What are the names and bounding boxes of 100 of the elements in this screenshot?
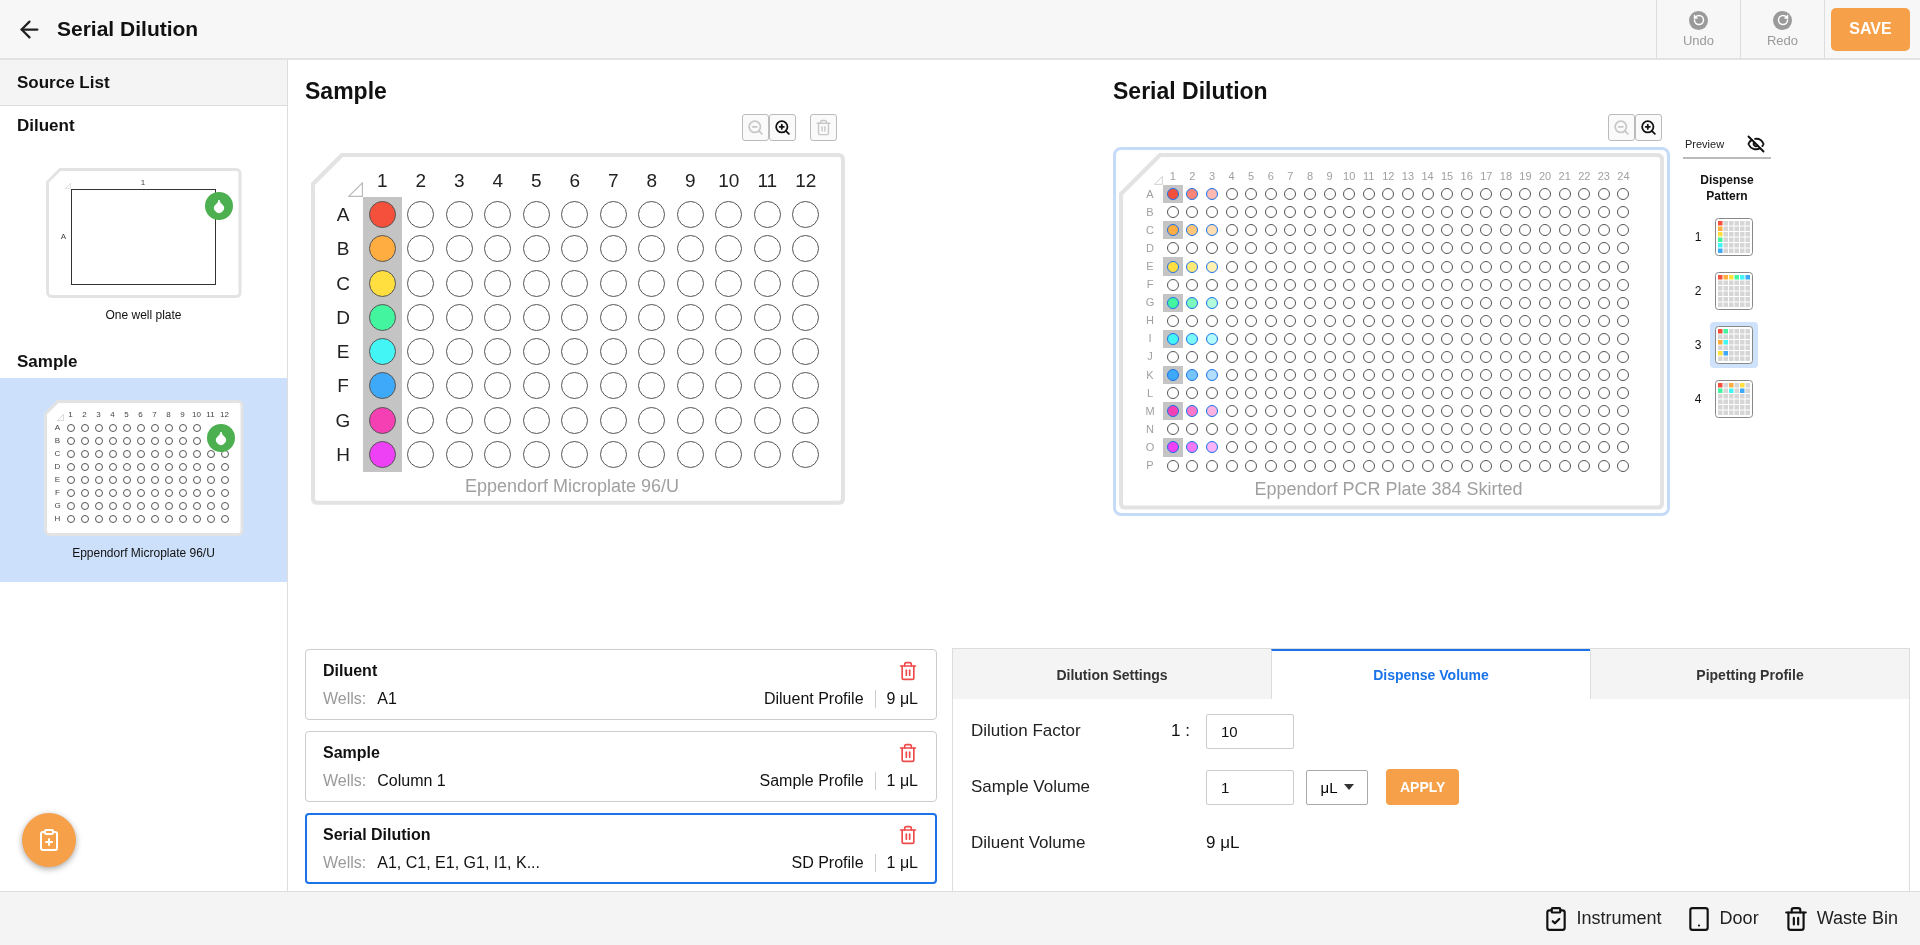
column-label: 3 <box>96 410 101 419</box>
pattern-number: 1 <box>1693 230 1703 245</box>
redo-icon <box>1773 10 1792 30</box>
profile-name: Sample Profile <box>759 772 864 790</box>
delete-button[interactable] <box>898 743 918 763</box>
ratio-prefix: 1 : <box>1171 721 1190 741</box>
column-label: 15 <box>1441 170 1454 182</box>
column-label: 24 <box>1617 170 1630 182</box>
wells-value: A1 <box>377 690 397 708</box>
step-card[interactable]: Sample Wells: Column 1 Sample Profile 1 μL <box>305 731 937 802</box>
plate-name: Eppendorf Microplate 96/U <box>464 475 680 497</box>
trash-icon[interactable] <box>1782 905 1809 932</box>
pattern-number: 3 <box>1693 338 1703 353</box>
zoom-in-button[interactable] <box>769 114 796 141</box>
row-label: C <box>336 273 350 293</box>
column-label: 9 <box>180 410 185 419</box>
row-label: G <box>54 501 61 510</box>
column-label: 6 <box>569 170 581 190</box>
column-label: 11 <box>206 410 215 419</box>
wells-value: A1, C1, E1, G1, I1, K... <box>377 854 540 872</box>
pattern-option[interactable] <box>1710 322 1758 369</box>
input-field[interactable]: 10 <box>1206 713 1294 749</box>
column-label: 14 <box>1421 170 1434 182</box>
column-label: 7 <box>607 170 619 190</box>
row-label: A <box>336 204 350 224</box>
column-label: 6 <box>138 410 143 419</box>
column-label: 2 <box>1189 170 1196 182</box>
volume-value: 1 μL <box>874 854 918 872</box>
eye-off-icon[interactable] <box>1747 135 1765 153</box>
grid-pattern-icon <box>1715 272 1753 311</box>
clipboard-plus-icon <box>37 828 61 852</box>
row-label: B <box>54 436 61 445</box>
caret-icon <box>1343 784 1354 790</box>
pattern-number: 2 <box>1693 284 1703 299</box>
row-label: A <box>60 233 67 241</box>
row-label: F <box>1146 279 1154 291</box>
step-title: Diluent <box>323 662 378 680</box>
profile-name: SD Profile <box>791 854 864 872</box>
unit-dropdown[interactable]: μL <box>1306 769 1368 805</box>
row-label: D <box>336 307 350 327</box>
grid-pattern-icon <box>1715 218 1753 257</box>
delete-button[interactable] <box>898 661 918 681</box>
status-label: Instrument <box>1576 908 1662 929</box>
zoom-out-icon <box>1613 119 1630 136</box>
corner-triangle-icon <box>64 183 71 189</box>
profile-name: Diluent Profile <box>763 690 864 708</box>
volume-value: 1 μL <box>874 772 918 790</box>
step-card[interactable]: Serial Dilution Wells: A1, C1, E1, G1, I1, K... SD Profile 1 μL <box>305 813 937 884</box>
trash-icon <box>815 119 832 136</box>
plate-name: Eppendorf PCR Plate 384 Skirted <box>1254 478 1523 500</box>
row-label: A <box>54 423 61 432</box>
column-label: 5 <box>1248 170 1255 182</box>
column-label: 12 <box>220 410 229 419</box>
volume-value: 9 μL <box>874 690 918 708</box>
row-label: M <box>1145 405 1155 417</box>
row-label: F <box>55 488 60 497</box>
row-label: C <box>54 449 61 458</box>
plate-item[interactable]: 1 A One well plate <box>0 142 287 342</box>
row-label: D <box>54 462 61 471</box>
column-label: 11 <box>1363 170 1375 182</box>
column-label: 1 <box>1169 170 1176 182</box>
column-label: 13 <box>1401 170 1415 182</box>
column-label: 8 <box>646 170 658 190</box>
column-label: 11 <box>757 170 778 190</box>
status-label: Waste Bin <box>1816 908 1898 929</box>
column-label: 23 <box>1597 170 1610 182</box>
wells-label: Wells: <box>323 854 367 872</box>
input-field[interactable]: 1 <box>1206 769 1294 805</box>
corner-triangle-icon <box>56 414 64 421</box>
column-label: 17 <box>1480 170 1493 182</box>
column-label: 22 <box>1578 170 1591 182</box>
column-label: 6 <box>1267 170 1274 182</box>
column-label: 3 <box>453 170 465 190</box>
column-label: 7 <box>1287 170 1294 182</box>
row-label: D <box>1146 242 1154 254</box>
group-label: Sample <box>16 351 79 373</box>
sidebar-header: Source List <box>0 60 287 106</box>
field-label: Dilution Factor <box>971 721 1082 741</box>
pattern-title: Dispense Pattern <box>1699 173 1755 205</box>
delete-button[interactable] <box>898 825 918 845</box>
column-label: 19 <box>1519 170 1532 182</box>
column-label: 8 <box>166 410 171 419</box>
step-card[interactable]: Diluent Wells: A1 Diluent Profile 9 μL <box>305 649 937 720</box>
column-label: 7 <box>152 410 157 419</box>
column-label: 5 <box>124 410 129 419</box>
row-label: J <box>1147 351 1153 363</box>
row-label: E <box>1146 261 1154 272</box>
column-label: 20 <box>1538 170 1552 182</box>
row-label: N <box>1146 423 1154 435</box>
row-label: G <box>1145 297 1155 309</box>
grid-pattern-icon <box>1715 380 1753 419</box>
group-label: Diluent <box>16 115 76 137</box>
row-label: F <box>337 376 349 396</box>
wells-value: Column 1 <box>377 772 446 790</box>
zoom-in-button[interactable] <box>1635 114 1662 141</box>
wells-label: Wells: <box>323 690 367 708</box>
column-label: 1 <box>376 170 388 190</box>
row-label: E <box>54 475 61 484</box>
tab[interactable]: Dispense Volume <box>1271 649 1590 699</box>
field-label: Sample Volume <box>971 777 1092 797</box>
